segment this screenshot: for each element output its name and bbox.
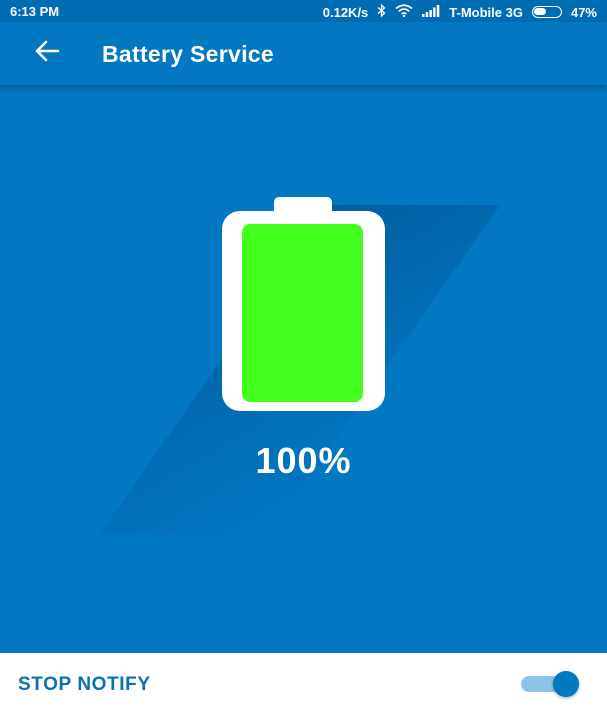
stop-notify-label: STOP NOTIFY: [18, 674, 151, 695]
battery-status-percent: 47%: [570, 4, 597, 20]
battery-level-track: [242, 224, 363, 402]
stop-notify-bar: STOP NOTIFY: [0, 653, 607, 715]
battery-service-screen: 6:13 PM 0.12K/s T-Mobile 3G 47% Battery …: [0, 0, 607, 715]
battery-level-fill: [242, 224, 363, 402]
carrier-name: T-Mobile 3G: [449, 4, 523, 20]
battery-icon: [531, 6, 562, 18]
page-title: Battery Service: [102, 41, 274, 67]
stop-notify-toggle[interactable]: [521, 671, 585, 697]
toggle-thumb: [553, 671, 579, 697]
battery-percent-label: 100%: [255, 440, 352, 481]
status-bar: 6:13 PM 0.12K/s T-Mobile 3G 47%: [0, 0, 607, 22]
arrow-left-icon: [34, 40, 60, 67]
signal-icon: [422, 4, 440, 20]
status-right-group: 0.12K/s T-Mobile 3G 47%: [314, 3, 597, 20]
wifi-icon: [395, 4, 413, 20]
app-bar: Battery Service: [0, 22, 607, 85]
battery-icon-large: [222, 211, 385, 411]
back-button[interactable]: [28, 36, 66, 70]
status-time: 6:13 PM: [10, 4, 60, 19]
battery-icon-fill: [533, 8, 546, 15]
bluetooth-icon: [377, 3, 386, 20]
network-speed: 0.12K/s: [322, 4, 369, 20]
battery-display: 100%: [0, 85, 607, 653]
